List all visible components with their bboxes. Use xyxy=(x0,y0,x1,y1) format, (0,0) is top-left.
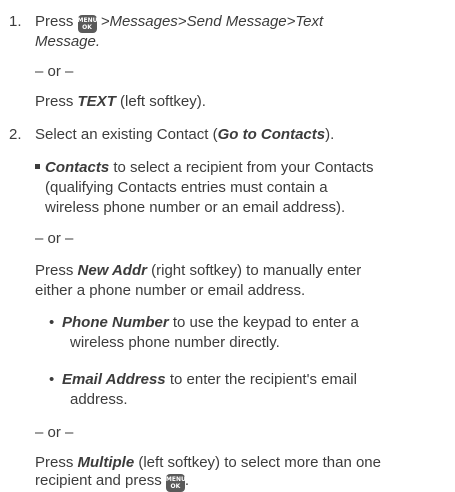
step-1-number: 1. xyxy=(9,13,22,30)
contacts-option-label: Contacts xyxy=(45,159,110,176)
go-to-contacts-label: Go to Contacts xyxy=(217,126,326,143)
square-bullet-icon xyxy=(35,164,40,169)
new-addr-softkey-label: New Addr xyxy=(77,262,147,279)
multiple-softkey-label: Multiple xyxy=(77,454,135,471)
email-address-option-line-1: • Email Address to enter the recipient's… xyxy=(49,370,437,390)
multiple-line-1: Press Multiple (left softkey) to select … xyxy=(35,453,437,473)
or-separator-2: – or – xyxy=(35,230,74,247)
phone-number-desc-2: wireless phone number directly. xyxy=(70,334,280,351)
contacts-option-line-1: Contacts to select a recipient from your… xyxy=(35,158,437,178)
email-address-desc-2: address. xyxy=(70,391,128,408)
or-separator-3: – or – xyxy=(35,424,74,441)
step-1-alt-press: Press xyxy=(35,93,74,110)
multiple-end: . xyxy=(184,472,190,489)
bullet-dot-icon: • xyxy=(49,314,55,331)
multiple-press: Press xyxy=(35,454,74,471)
multiple-desc-1: (left softkey) to select more than one xyxy=(138,454,381,471)
menu-ok-key-icon: MENU OK xyxy=(77,15,98,33)
step-1-alt: Press TEXT (left softkey). xyxy=(35,92,437,112)
step-1-line-2: Message. xyxy=(35,32,437,52)
email-address-desc-1: to enter the recipient's email xyxy=(169,371,357,388)
step-1-menu-path-cont: Message. xyxy=(35,33,101,50)
contacts-option-desc-3: wireless phone number or an email addres… xyxy=(45,199,346,216)
step-1-press: Press xyxy=(35,13,74,30)
or-separator-1: – or – xyxy=(35,63,74,80)
phone-number-option-line-1: • Phone Number to use the keypad to ente… xyxy=(49,313,437,333)
step-2-text-end: ). xyxy=(325,126,335,143)
phone-number-label: Phone Number xyxy=(62,314,169,331)
step-1-alt-suffix: (left softkey). xyxy=(120,93,206,110)
step-2-line-1: 2. Select an existing Contact (Go to Cont… xyxy=(9,125,334,145)
new-addr-desc-1: (right softkey) to manually enter xyxy=(151,262,362,279)
step-1-menu-path: >Messages>Send Message>Text xyxy=(100,13,324,30)
contacts-option-desc-1: to select a recipient from your Contacts xyxy=(113,159,374,176)
email-address-label: Email Address xyxy=(62,371,166,388)
multiple-desc-2: recipient and press xyxy=(35,472,162,489)
text-softkey-label: TEXT xyxy=(77,93,116,110)
instruction-page: 1. Press MENU OK >Messages>Send Message>Te… xyxy=(0,0,455,492)
new-addr-line-1: Press New Addr (right softkey) to manual… xyxy=(35,261,437,281)
step-1-line-1: 1. Press MENU OK >Messages>Send Message>Te… xyxy=(9,12,323,33)
bullet-dot-icon: • xyxy=(49,371,55,388)
menu-ok-key-icon: MENU OK xyxy=(165,474,186,492)
contacts-option-desc-2: (qualifying Contacts entries must contai… xyxy=(45,179,328,196)
new-addr-desc-2: either a phone number or email address. xyxy=(35,282,306,299)
multiple-line-2: recipient and press MENU OK. xyxy=(35,471,437,492)
phone-number-desc-1: to use the keypad to enter a xyxy=(172,314,359,331)
step-2-number: 2. xyxy=(9,126,22,143)
step-2-text: Select an existing Contact ( xyxy=(35,126,218,143)
new-addr-press: Press xyxy=(35,262,74,279)
